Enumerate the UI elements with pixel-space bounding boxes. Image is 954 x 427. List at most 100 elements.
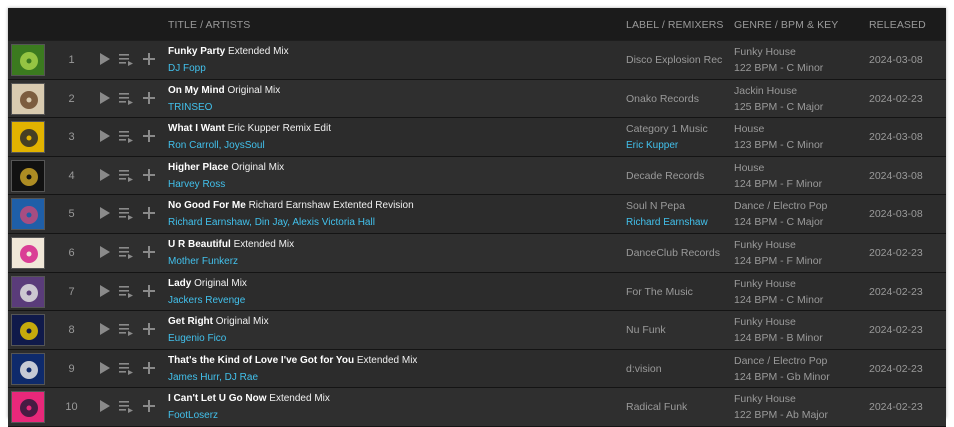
track-name[interactable]: Higher Place — [168, 162, 229, 173]
record-label[interactable]: Disco Explosion Records — [626, 54, 722, 66]
play-icon[interactable] — [96, 90, 112, 106]
play-icon[interactable] — [96, 244, 112, 260]
play-icon[interactable] — [96, 51, 112, 67]
track-name[interactable]: Funky Party — [168, 46, 225, 57]
table-row[interactable]: 10 I Can't Let U Go Now Extended Mix Foo… — [8, 388, 946, 427]
table-row[interactable]: 1 Funky Party Extended Mix DJ Fopp Disco… — [8, 41, 946, 80]
record-label[interactable]: Onako Records — [626, 93, 722, 105]
table-row[interactable]: 4 Higher Place Original Mix Harvey Ross … — [8, 156, 946, 196]
record-label[interactable]: Decade Records — [626, 170, 722, 182]
track-genre[interactable]: Funky House — [734, 278, 796, 290]
header-genre-bpm-key[interactable]: GENRE / BPM & KEY — [734, 19, 838, 31]
record-label[interactable]: d:vision — [626, 363, 722, 375]
add-to-playlist-icon[interactable] — [141, 244, 157, 260]
track-name[interactable]: What I Want — [168, 123, 225, 134]
track-name[interactable]: Lady — [168, 278, 191, 289]
track-title[interactable]: What I Want Eric Kupper Remix Edit — [168, 123, 331, 134]
add-to-queue-icon[interactable] — [118, 321, 134, 337]
track-title[interactable]: U R Beautiful Extended Mix — [168, 239, 294, 250]
add-to-playlist-icon[interactable] — [141, 167, 157, 183]
add-to-playlist-icon[interactable] — [141, 398, 157, 414]
track-genre[interactable]: Funky House — [734, 316, 796, 328]
add-to-queue-icon[interactable] — [118, 51, 134, 67]
table-row[interactable]: 9 That's the Kind of Love I've Got for Y… — [8, 349, 946, 389]
add-to-queue-icon[interactable] — [118, 360, 134, 376]
track-artists[interactable]: James Hurr, DJ Rae — [168, 372, 258, 383]
add-to-playlist-icon[interactable] — [141, 205, 157, 221]
play-icon[interactable] — [96, 360, 112, 376]
album-art-thumbnail[interactable] — [11, 121, 45, 154]
track-artists[interactable]: Richard Earnshaw, Din Jay, Alexis Victor… — [168, 217, 375, 228]
add-to-playlist-icon[interactable] — [141, 90, 157, 106]
track-artists[interactable]: TRINSEO — [168, 102, 212, 113]
record-label[interactable]: For The Music — [626, 286, 722, 298]
track-name[interactable]: On My Mind — [168, 85, 225, 96]
header-label-remixers[interactable]: LABEL / REMIXERS — [626, 19, 724, 31]
track-name[interactable]: U R Beautiful — [168, 239, 231, 250]
record-label[interactable]: Radical Funk — [626, 401, 722, 413]
track-remixers[interactable]: Eric Kupper — [626, 140, 678, 151]
record-label[interactable]: Soul N Pepa — [626, 200, 722, 212]
track-artists[interactable]: Harvey Ross — [168, 179, 225, 190]
add-to-queue-icon[interactable] — [118, 167, 134, 183]
add-to-playlist-icon[interactable] — [141, 360, 157, 376]
track-name[interactable]: Get Right — [168, 316, 213, 327]
table-row[interactable]: 2 On My Mind Original Mix TRINSEO Onako … — [8, 79, 946, 119]
play-icon[interactable] — [96, 283, 112, 299]
track-artists[interactable]: Mother Funkerz — [168, 256, 238, 267]
album-art-thumbnail[interactable] — [11, 391, 45, 424]
track-artists[interactable]: Jackers Revenge — [168, 295, 245, 306]
track-genre[interactable]: Funky House — [734, 393, 796, 405]
track-remixers[interactable]: Richard Earnshaw — [626, 217, 708, 228]
play-icon[interactable] — [96, 321, 112, 337]
track-artists[interactable]: FootLoserz — [168, 410, 218, 421]
play-icon[interactable] — [96, 167, 112, 183]
track-genre[interactable]: Funky House — [734, 239, 796, 251]
add-to-playlist-icon[interactable] — [141, 283, 157, 299]
track-artists[interactable]: DJ Fopp — [168, 63, 206, 74]
album-art-thumbnail[interactable] — [11, 314, 45, 347]
add-to-queue-icon[interactable] — [118, 398, 134, 414]
track-title[interactable]: No Good For Me Richard Earnshaw Extented… — [168, 200, 414, 211]
track-artists[interactable]: Eugenio Fico — [168, 333, 226, 344]
table-row[interactable]: 7 Lady Original Mix Jackers Revenge For … — [8, 272, 946, 312]
record-label[interactable]: Nu Funk — [626, 324, 722, 336]
header-title-artists[interactable]: TITLE / ARTISTS — [168, 19, 250, 31]
track-name[interactable]: No Good For Me — [168, 200, 246, 211]
track-name[interactable]: That's the Kind of Love I've Got for You — [168, 355, 354, 366]
album-art-thumbnail[interactable] — [11, 82, 45, 115]
track-title[interactable]: Higher Place Original Mix — [168, 162, 284, 173]
album-art-thumbnail[interactable] — [11, 159, 45, 192]
add-to-playlist-icon[interactable] — [141, 321, 157, 337]
track-title[interactable]: Funky Party Extended Mix — [168, 46, 289, 57]
header-released[interactable]: RELEASED — [869, 19, 926, 31]
add-to-playlist-icon[interactable] — [141, 51, 157, 67]
album-art-thumbnail[interactable] — [11, 352, 45, 385]
record-label[interactable]: DanceClub Records — [626, 247, 722, 259]
table-row[interactable]: 5 No Good For Me Richard Earnshaw Extent… — [8, 195, 946, 234]
play-icon[interactable] — [96, 205, 112, 221]
track-title[interactable]: On My Mind Original Mix — [168, 85, 280, 96]
album-art-thumbnail[interactable] — [11, 236, 45, 269]
track-artists[interactable]: Ron Carroll, JoysSoul — [168, 140, 265, 151]
track-title[interactable]: Lady Original Mix — [168, 278, 247, 289]
track-title[interactable]: That's the Kind of Love I've Got for You… — [168, 355, 417, 366]
album-art-thumbnail[interactable] — [11, 44, 45, 76]
track-genre[interactable]: House — [734, 123, 764, 135]
track-genre[interactable]: House — [734, 162, 764, 174]
add-to-queue-icon[interactable] — [118, 128, 134, 144]
album-art-thumbnail[interactable] — [11, 275, 45, 308]
table-row[interactable]: 8 Get Right Original Mix Eugenio Fico Nu… — [8, 311, 946, 350]
table-row[interactable]: 3 What I Want Eric Kupper Remix Edit Ron… — [8, 118, 946, 157]
play-icon[interactable] — [96, 398, 112, 414]
add-to-queue-icon[interactable] — [118, 244, 134, 260]
track-name[interactable]: I Can't Let U Go Now — [168, 393, 267, 404]
add-to-playlist-icon[interactable] — [141, 128, 157, 144]
add-to-queue-icon[interactable] — [118, 90, 134, 106]
table-row[interactable]: 6 U R Beautiful Extended Mix Mother Funk… — [8, 233, 946, 273]
track-genre[interactable]: Dance / Electro Pop — [734, 355, 827, 367]
album-art-thumbnail[interactable] — [11, 198, 45, 231]
track-genre[interactable]: Funky House — [734, 46, 796, 58]
track-title[interactable]: I Can't Let U Go Now Extended Mix — [168, 393, 330, 404]
track-genre[interactable]: Dance / Electro Pop — [734, 200, 827, 212]
